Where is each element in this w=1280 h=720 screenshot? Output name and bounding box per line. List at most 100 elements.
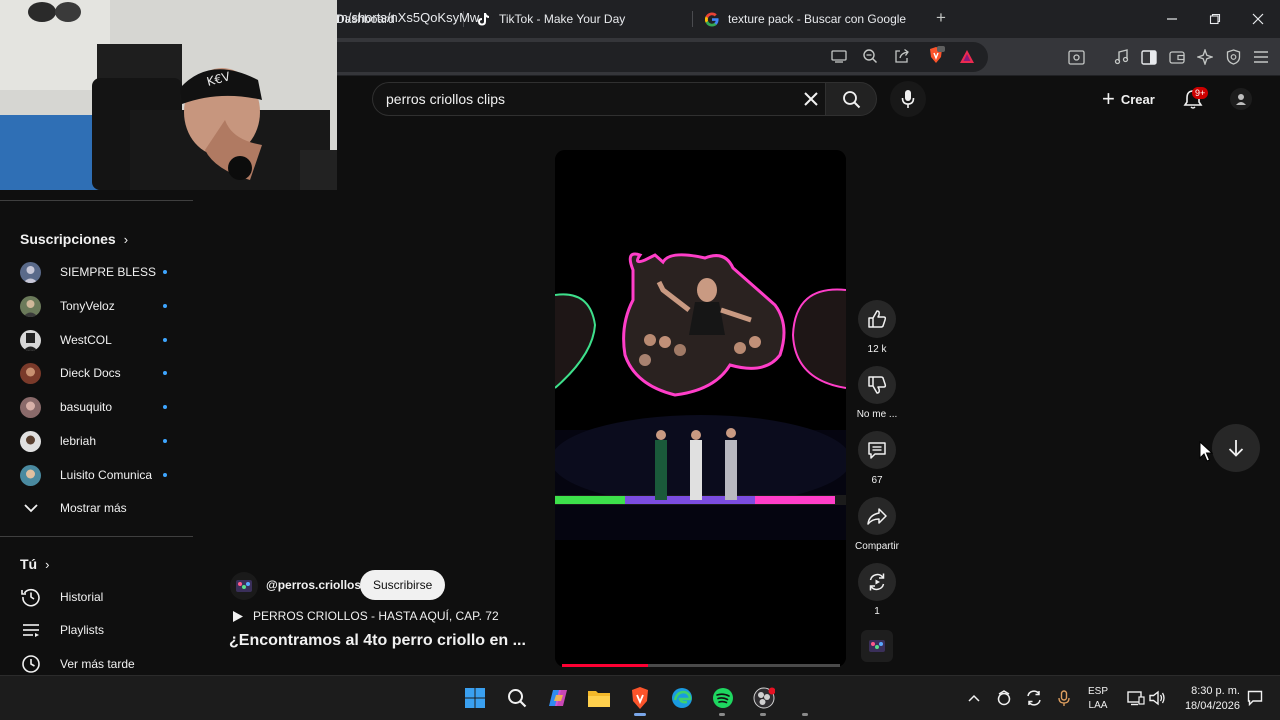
taskbar-obs[interactable] — [751, 685, 777, 711]
close-icon — [1252, 13, 1264, 25]
webcam-image: K€V — [0, 0, 337, 190]
sidebar-item-playlists[interactable]: Playlists — [0, 613, 190, 647]
url-text[interactable]: m/shorts/nXs5QoKsyMw — [337, 10, 479, 25]
zoom-icon[interactable] — [861, 47, 879, 65]
volume-button[interactable] — [1148, 688, 1168, 708]
running-app-indicator — [802, 713, 808, 716]
sidebar-item-subscription[interactable]: Luisito Comunica — [0, 458, 190, 492]
chevron-down-icon — [20, 497, 42, 519]
shorts-video-player[interactable] — [555, 150, 846, 667]
create-label: Crear — [1120, 91, 1155, 107]
dislike-label: No me ... — [856, 409, 898, 420]
sidebar-item-history[interactable]: Historial — [0, 580, 190, 614]
next-short-button[interactable] — [1212, 424, 1260, 472]
voice-search-button[interactable] — [890, 81, 926, 117]
create-button[interactable]: + Crear — [1096, 83, 1169, 115]
cast-icon[interactable] — [830, 47, 848, 65]
subscription-label: lebriah — [60, 434, 97, 448]
watch-later-icon — [20, 653, 42, 675]
media-icon[interactable] — [1111, 47, 1131, 67]
remix-button[interactable] — [858, 563, 896, 601]
menu-icon[interactable] — [1251, 47, 1271, 67]
webcam-overlay: K€V — [0, 0, 337, 190]
playlist-link[interactable]: PERROS CRIOLLOS - HASTA AQUÍ, CAP. 72 — [231, 609, 499, 623]
notifications-badge: 9+ — [1192, 87, 1209, 99]
network-icon — [1127, 691, 1145, 706]
video-progress-bar[interactable] — [562, 664, 840, 667]
taskbar-spotify[interactable] — [710, 685, 736, 711]
sidebar-item-subscription[interactable]: lebriah — [0, 424, 190, 458]
keyboard-language[interactable]: ESP LAA — [1088, 685, 1108, 713]
channel-avatar — [20, 464, 41, 486]
show-more-button[interactable]: Mostrar más — [0, 491, 190, 525]
sidebar-item-subscription[interactable]: SIEMPRE BLESS... — [0, 255, 190, 289]
taskbar-edge[interactable] — [669, 685, 695, 711]
sidebar-toggle-icon[interactable] — [1139, 47, 1159, 67]
share-button[interactable] — [858, 497, 896, 535]
taskbar-copilot[interactable] — [545, 685, 571, 711]
video-title[interactable]: ¿Encontramos al 4to perro criollo en ... — [229, 632, 526, 650]
share-page-icon[interactable] — [893, 47, 911, 65]
new-content-dot — [163, 439, 167, 443]
search-button[interactable] — [825, 82, 877, 116]
comments-button[interactable] — [858, 431, 896, 469]
restore-button[interactable] — [1203, 8, 1227, 30]
brave-rewards-icon[interactable] — [958, 47, 976, 65]
subscriptions-header[interactable]: Suscripciones › — [20, 231, 128, 247]
sidebar-item-subscription[interactable]: Dieck Docs — [0, 356, 190, 390]
subscription-label: SIEMPRE BLESS... — [60, 265, 157, 279]
taskbar-search-button[interactable] — [504, 685, 530, 711]
tray-app[interactable] — [994, 688, 1014, 708]
tray-app[interactable] — [1024, 688, 1044, 708]
audio-source-thumbnail[interactable] — [861, 630, 893, 662]
tray-microphone[interactable] — [1054, 688, 1074, 708]
wallet-icon[interactable] — [1167, 47, 1187, 67]
new-tab-button[interactable]: + — [931, 9, 951, 29]
chevron-up-icon — [968, 694, 980, 702]
sidebar-item-subscription[interactable]: WestCOL — [0, 323, 190, 357]
search-icon — [508, 689, 527, 708]
taskbar-file-explorer[interactable] — [586, 685, 612, 711]
plus-icon: + — [1102, 86, 1115, 111]
microphone-icon — [1058, 689, 1070, 706]
sidebar-divider — [0, 200, 193, 201]
taskbar-brave[interactable] — [627, 685, 653, 711]
network-button[interactable] — [1126, 688, 1146, 708]
new-content-dot — [163, 405, 167, 409]
subscription-label: Luisito Comunica — [60, 468, 153, 482]
clear-search-button[interactable] — [800, 88, 822, 110]
screenshot-icon[interactable] — [1066, 47, 1086, 67]
brave-shields-icon[interactable] — [927, 46, 945, 64]
share-label: Compartir — [855, 541, 899, 552]
clock-time: 8:30 p. m. — [1191, 685, 1240, 697]
vpn-shield-icon[interactable] — [1223, 47, 1243, 67]
tab-google-search[interactable]: texture pack - Buscar con Google — [705, 4, 906, 34]
tray-overflow-button[interactable] — [964, 688, 984, 708]
sidebar-item-subscription[interactable]: basuquito — [0, 390, 190, 424]
like-button[interactable] — [858, 300, 896, 338]
sidebar-item-subscription[interactable]: TonyVeloz — [0, 289, 190, 323]
omnibox[interactable] — [300, 42, 988, 72]
keyboard-layout: LAA — [1088, 700, 1108, 711]
dislike-button[interactable] — [858, 366, 896, 404]
channel-logo-icon — [236, 580, 252, 592]
tab-tiktok[interactable]: TikTok - Make Your Day — [476, 4, 625, 34]
leo-ai-icon[interactable] — [1195, 47, 1215, 67]
channel-avatar — [20, 362, 41, 384]
start-button[interactable] — [462, 685, 488, 711]
channel-avatar[interactable] — [230, 572, 258, 600]
folder-icon — [588, 691, 610, 707]
running-app-indicator — [760, 713, 766, 716]
notification-center-button[interactable] — [1245, 688, 1265, 708]
share-icon — [867, 508, 887, 525]
language-code: ESP — [1088, 686, 1109, 697]
minimize-button[interactable] — [1160, 8, 1184, 30]
subscribe-button[interactable]: Suscribirse — [360, 570, 446, 600]
account-avatar[interactable] — [1230, 88, 1252, 110]
system-clock[interactable]: 8:30 p. m. 18/04/2026 — [1178, 684, 1240, 714]
you-header[interactable]: Tú › — [20, 556, 49, 572]
search-query-text[interactable]: perros criollos clips — [386, 91, 505, 107]
channel-handle[interactable]: @perros.criollos — [266, 578, 361, 592]
arrow-down-icon — [1228, 440, 1244, 457]
close-window-button[interactable] — [1246, 8, 1270, 30]
